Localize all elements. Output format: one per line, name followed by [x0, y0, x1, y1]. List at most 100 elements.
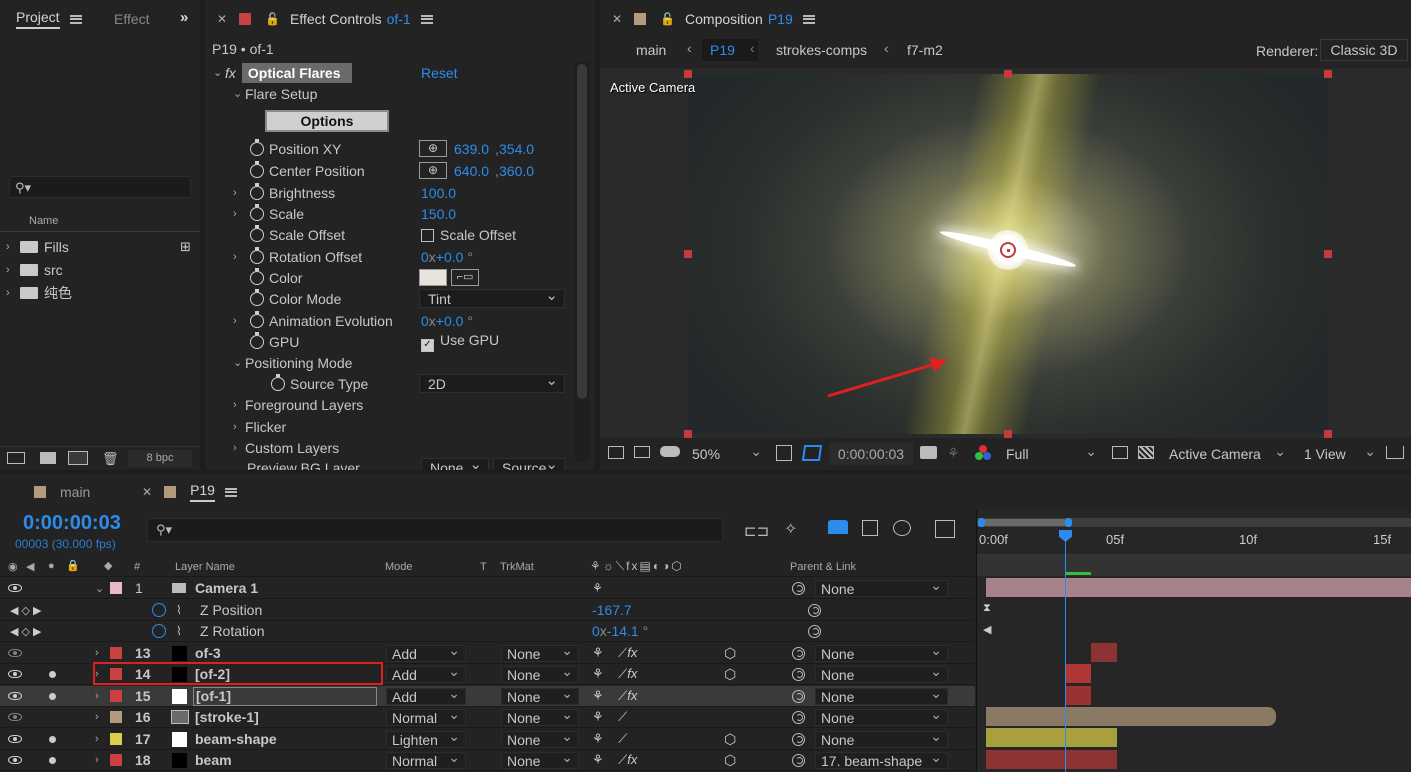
- pickwhip-icon[interactable]: [792, 581, 805, 595]
- tab-p19[interactable]: ✕ P19: [142, 474, 237, 510]
- parent-select[interactable]: None: [815, 706, 948, 726]
- pickwhip-icon[interactable]: [808, 603, 821, 617]
- list-item[interactable]: › src: [0, 259, 200, 280]
- composition-mini-flowchart-icon[interactable]: ⊏⊐: [744, 522, 769, 540]
- z-position-value[interactable]: -167.7: [592, 602, 632, 618]
- trkmat-select[interactable]: None: [501, 728, 579, 748]
- color-swatch[interactable]: [419, 269, 447, 286]
- nav-strokes-comps[interactable]: strokes-comps: [776, 42, 867, 58]
- visibility-eye-icon[interactable]: [8, 735, 22, 743]
- bbox-handle[interactable]: [1324, 430, 1332, 438]
- effect-header[interactable]: ⌄ fx Optical Flares Reset: [205, 62, 575, 83]
- stopwatch-icon[interactable]: [152, 624, 166, 638]
- keyframe-icon[interactable]: ◀: [983, 623, 991, 636]
- eyedropper-icon[interactable]: ⌐▭: [451, 269, 479, 286]
- stopwatch-icon[interactable]: [250, 160, 264, 178]
- grid-icon[interactable]: [776, 445, 792, 461]
- view-layout-select[interactable]: 1 View ⌄: [1298, 443, 1380, 464]
- new-folder-icon[interactable]: [40, 452, 56, 464]
- layer-row[interactable]: › 16 [stroke-1] Normal None ⚘ ⟋ None: [0, 706, 975, 728]
- tab-project[interactable]: Project: [16, 0, 82, 38]
- solo-dot[interactable]: [49, 692, 56, 700]
- preview-source-select[interactable]: Source: [493, 455, 565, 470]
- expand-icon[interactable]: ›: [95, 754, 99, 766]
- 3d-layer-icon[interactable]: ⬡: [724, 752, 736, 769]
- mode-select[interactable]: Normal: [386, 749, 466, 769]
- switches-icons[interactable]: ⚘ ⟋fx: [592, 666, 637, 682]
- lock-header-icon[interactable]: 🔒: [66, 559, 80, 572]
- layer-bar-camera[interactable]: [986, 578, 1411, 597]
- stopwatch-icon[interactable]: [250, 310, 264, 328]
- brightness-value[interactable]: 100.0: [421, 185, 456, 201]
- flare-target-icon[interactable]: [1000, 242, 1016, 258]
- work-area-bar[interactable]: [977, 518, 1411, 527]
- pickwhip-icon[interactable]: [792, 710, 805, 724]
- expand-icon[interactable]: ›: [95, 647, 99, 659]
- expand-icon[interactable]: ›: [233, 251, 245, 263]
- switches-icons[interactable]: ⚘ ⟋fx: [592, 688, 637, 704]
- label-color[interactable]: [110, 690, 122, 702]
- pickwhip-icon[interactable]: [792, 732, 805, 746]
- expand-icon[interactable]: ›: [6, 287, 18, 299]
- switches-icons[interactable]: ⚘ ⟋: [592, 731, 627, 747]
- close-icon[interactable]: ✕: [612, 12, 622, 26]
- group-custom-layers[interactable]: › Custom Layers: [205, 437, 339, 458]
- mode-select[interactable]: Add: [386, 642, 466, 662]
- graph-icon[interactable]: ⌇: [176, 603, 182, 617]
- stopwatch-icon[interactable]: [250, 288, 264, 306]
- center-x-value[interactable]: 640.0: [454, 163, 489, 179]
- trkmat-select[interactable]: None: [501, 749, 579, 769]
- options-button[interactable]: Options: [265, 110, 389, 132]
- bbox-handle[interactable]: [1324, 250, 1332, 258]
- tab-effect-controls[interactable]: ✕ 🔓 Effect Controls of-1: [217, 0, 433, 38]
- nav-f7-m2[interactable]: f7-m2: [907, 42, 943, 58]
- position-y-value[interactable]: 354.0: [499, 141, 534, 157]
- scrollbar[interactable]: [575, 62, 589, 462]
- solo-dot[interactable]: [49, 670, 56, 678]
- parent-select[interactable]: None: [815, 642, 948, 662]
- switches-icons[interactable]: ⚘ ⟋: [592, 709, 627, 725]
- layer-bar[interactable]: [1091, 643, 1117, 662]
- group-flicker[interactable]: › Flicker: [205, 416, 286, 437]
- mask-path-icon[interactable]: [801, 445, 823, 461]
- list-item[interactable]: › 纯色: [0, 282, 200, 303]
- bbox-handle[interactable]: [1324, 70, 1332, 78]
- time-ruler[interactable]: 0:00f 05f 10f 15f: [977, 530, 1411, 554]
- scale-offset-checkbox[interactable]: Scale Offset: [421, 227, 516, 243]
- interpret-footage-icon[interactable]: [7, 452, 25, 464]
- animation-evolution-value[interactable]: 0x+0.0 °: [421, 313, 473, 329]
- snapshot-icon[interactable]: [920, 446, 937, 459]
- switches-icons[interactable]: ⚘ ⟋fx: [592, 645, 637, 661]
- keyframe-icon[interactable]: ⧗: [983, 602, 991, 615]
- list-item[interactable]: › Fills ⊞: [0, 236, 200, 257]
- graph-icon[interactable]: ⌇: [176, 624, 182, 638]
- lock-icon[interactable]: 🔓: [265, 12, 280, 26]
- stopwatch-icon[interactable]: [250, 267, 264, 285]
- layer-name[interactable]: [stroke-1]: [195, 709, 259, 725]
- label-header-icon[interactable]: ◆: [104, 559, 112, 572]
- stopwatch-icon[interactable]: [250, 182, 264, 200]
- frame-blending-icon[interactable]: [862, 520, 878, 536]
- mode-select[interactable]: Lighten: [386, 728, 466, 748]
- visibility-eye-icon[interactable]: [8, 713, 22, 721]
- visibility-eye-icon[interactable]: [8, 649, 22, 657]
- layer-search-input[interactable]: ⚲▾: [147, 518, 723, 542]
- renderer-button[interactable]: Classic 3D: [1320, 39, 1408, 61]
- region-of-interest-icon[interactable]: [1112, 446, 1128, 459]
- layer-name[interactable]: Camera 1: [195, 580, 258, 596]
- layer-row-selected[interactable]: › 15 [of-1] Add None ⚘ ⟋fx None: [0, 685, 975, 707]
- fx-icon[interactable]: fx: [225, 65, 236, 81]
- col-trkmat[interactable]: TrkMat: [500, 561, 534, 573]
- audio-header-icon[interactable]: ◀: [26, 560, 34, 573]
- collapse-icon[interactable]: ⌄: [95, 582, 104, 595]
- playhead[interactable]: [1059, 530, 1072, 772]
- switches-header-icons[interactable]: ⚘☼⟍fx▤◐◑⬡: [590, 559, 684, 574]
- color-mode-select[interactable]: Tint: [419, 286, 565, 308]
- keyframe-nav-icon[interactable]: ◀ ◇ ▶: [10, 625, 42, 638]
- parent-select[interactable]: None: [815, 663, 948, 683]
- group-foreground-layers[interactable]: › Foreground Layers: [205, 394, 363, 415]
- trkmat-select[interactable]: None: [501, 706, 579, 726]
- col-parent[interactable]: Parent & Link: [790, 561, 856, 573]
- motion-blur-icon[interactable]: [893, 520, 911, 536]
- pickwhip-icon[interactable]: [808, 624, 821, 638]
